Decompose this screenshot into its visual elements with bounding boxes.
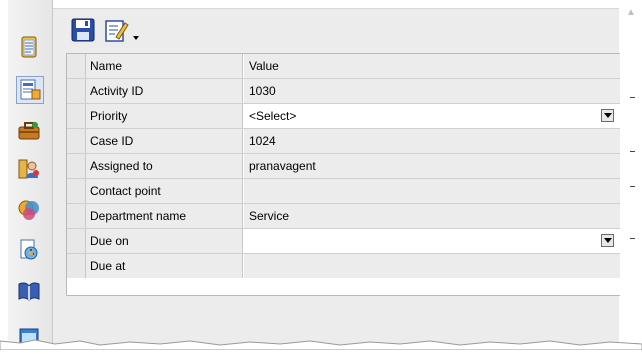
contact-point-value	[244, 179, 620, 203]
edge-tick	[630, 97, 635, 98]
table-row: Due at	[67, 254, 620, 279]
book-icon[interactable]	[16, 278, 42, 304]
left-icon-bar	[8, 0, 53, 350]
row-label-assigned-to: Assigned to	[86, 154, 243, 178]
edit-dropdown-button[interactable]	[103, 17, 155, 45]
table-row: Assigned to pranavagent	[67, 154, 620, 179]
edge-tick	[630, 238, 635, 239]
briefcase-icon[interactable]	[16, 118, 42, 144]
document-list-icon[interactable]	[16, 34, 42, 60]
due-on-dropdown-button[interactable]	[601, 234, 614, 247]
team-icon[interactable]	[16, 197, 42, 223]
table-row: Contact point	[67, 179, 620, 204]
chevron-down-icon	[133, 36, 139, 40]
priority-select[interactable]: <Select>	[244, 104, 620, 128]
column-header-value: Value	[244, 54, 620, 78]
save-button[interactable]	[70, 17, 98, 45]
table-row: Due on	[67, 229, 620, 254]
table-row: Case ID 1024	[67, 129, 620, 154]
edge-tick	[630, 186, 635, 187]
right-edge-strip	[620, 0, 642, 350]
table-row: Activity ID 1030	[67, 79, 620, 104]
due-on-date-field[interactable]	[244, 229, 620, 253]
edge-tick	[630, 151, 635, 152]
row-label-department-name: Department name	[86, 204, 243, 228]
row-label-activity-id: Activity ID	[86, 79, 243, 103]
floppy-disk-save-icon	[71, 18, 95, 42]
activity-form-icon[interactable]	[16, 76, 44, 104]
row-label-due-on: Due on	[86, 229, 243, 253]
row-label-contact-point: Contact point	[86, 179, 243, 203]
grid-header-row: Name Value	[67, 54, 620, 79]
people-directory-icon[interactable]	[16, 156, 42, 182]
report-clock-icon[interactable]	[16, 237, 42, 263]
row-label-due-at: Due at	[86, 254, 243, 278]
table-row: Priority <Select>	[67, 104, 620, 129]
activity-id-value: 1030	[244, 79, 620, 103]
case-id-value: 1024	[244, 129, 620, 153]
torn-edge-decoration	[0, 339, 642, 350]
property-grid: Name Value Activity ID 1030 Priority <Se…	[66, 53, 621, 296]
row-label-priority: Priority	[86, 104, 243, 128]
toolbar	[65, 17, 265, 47]
due-at-value	[244, 254, 620, 278]
assigned-to-value: pranavagent	[244, 154, 620, 178]
edit-document-icon	[105, 20, 129, 42]
priority-select-value: <Select>	[249, 109, 297, 123]
column-header-name: Name	[86, 54, 243, 78]
table-row: Department name Service	[67, 204, 620, 229]
scroll-up-icon[interactable]: ▲	[626, 8, 636, 18]
row-label-case-id: Case ID	[86, 129, 243, 153]
priority-dropdown-button[interactable]	[601, 109, 614, 122]
department-name-value: Service	[244, 204, 620, 228]
